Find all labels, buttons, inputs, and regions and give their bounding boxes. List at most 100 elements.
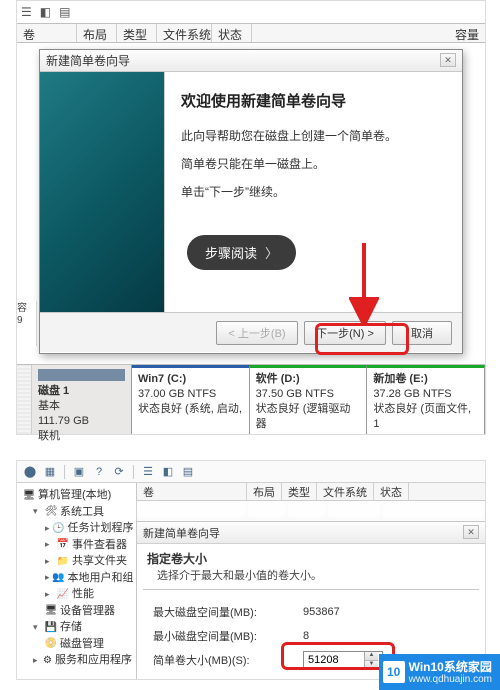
- size-wizard-title: 新建简单卷向导: [143, 525, 220, 541]
- tree-device-manager[interactable]: 🖥 设备管理器: [21, 603, 132, 620]
- expand-icon[interactable]: ▸: [45, 538, 54, 552]
- size-heading: 指定卷大小: [147, 550, 475, 567]
- top-screenshot: ☰ ◧ ▤ 卷 布局 类型 文件系统 状态 容量 新建简单卷向导 ✕ 欢迎使用新…: [16, 0, 486, 435]
- wizard-dialog: 新建简单卷向导 ✕ 欢迎使用新建简单卷向导 此向导帮助您在磁盘上创建一个简单卷。…: [39, 49, 463, 354]
- wizard-titlebar[interactable]: 新建简单卷向导 ✕: [40, 50, 462, 72]
- col-capacity[interactable]: 容量: [435, 24, 485, 42]
- size-wizard-head: 指定卷大小 选择介于最大和最小值的卷大小。: [137, 544, 485, 585]
- mmc-tree[interactable]: 🖥 算机管理(本地) ▾ 🛠 系统工具 ▸ 🕒 任务计划程序 ▸ 📅 事件查看器…: [17, 483, 137, 679]
- col-volume[interactable]: 卷: [17, 24, 77, 42]
- disk-state: 联机: [38, 429, 125, 444]
- disk-name: 磁盘 1: [38, 384, 125, 399]
- partition-d[interactable]: 软件 (D:) 37.50 GB NTFS 状态良好 (逻辑驱动器: [250, 365, 368, 434]
- wizard-line3: 单击“下一步”继续。: [181, 183, 446, 201]
- rcol-fs[interactable]: 文件系统: [317, 483, 374, 500]
- vol-size-input[interactable]: [304, 652, 364, 668]
- bottom-screenshot: ⬤ ▦ ▣ ? ⟳ ☰ ◧ ▤ 🖥 算机管理(本地) ▾ 🛠 系统工具 ▸ 🕒 …: [16, 460, 486, 680]
- toolbar-icon-2[interactable]: ◧: [40, 5, 51, 19]
- expand-icon[interactable]: ▸: [33, 654, 40, 668]
- tb-grid-icon[interactable]: ▤: [179, 464, 197, 480]
- tree-system-tools[interactable]: ▾ 🛠 系统工具: [21, 504, 132, 521]
- wizard-heading: 欢迎使用新建简单卷向导: [181, 90, 446, 111]
- vol-size-spinner[interactable]: ▲ ▼: [303, 651, 383, 669]
- min-label: 最小磁盘空间量(MB):: [153, 628, 303, 644]
- tree-event-viewer[interactable]: ▸ 📅 事件查看器: [21, 537, 132, 554]
- event-icon: 📅: [57, 539, 69, 551]
- rcol-status[interactable]: 状态: [374, 483, 409, 500]
- expand-icon[interactable]: ▸: [45, 555, 54, 569]
- back-button: < 上一步(B): [216, 321, 298, 345]
- wizard-footer: < 上一步(B) 下一步(N) > 取消: [40, 312, 462, 352]
- next-button[interactable]: 下一步(N) >: [304, 321, 386, 345]
- tree-shared-folders[interactable]: ▸ 📁 共享文件夹: [21, 553, 132, 570]
- tree-storage[interactable]: ▾ 💾 存储: [21, 619, 132, 636]
- tb-back-icon[interactable]: ⬤: [21, 464, 39, 480]
- right-table-header: 卷 布局 类型 文件系统 状态: [137, 483, 485, 501]
- col-layout[interactable]: 布局: [77, 24, 117, 42]
- tb-pane-icon[interactable]: ◧: [159, 464, 177, 480]
- wizard-side-image: [40, 72, 165, 312]
- wizard-title-text: 新建简单卷向导: [46, 52, 130, 69]
- col-fs[interactable]: 文件系统: [157, 24, 212, 42]
- storage-icon: 💾: [45, 621, 57, 633]
- disk-kind: 基本: [38, 399, 125, 414]
- tb-fwd-icon[interactable]: ▦: [41, 464, 59, 480]
- watermark-title: Win10系统家园: [409, 660, 492, 674]
- disk-panel: 磁盘 1 基本 111.79 GB 联机 Win7 (C:) 37.00 GB …: [17, 364, 485, 434]
- col-type[interactable]: 类型: [117, 24, 157, 42]
- disk-size: 111.79 GB: [38, 414, 125, 429]
- wizard-body: 欢迎使用新建简单卷向导 此向导帮助您在磁盘上创建一个简单卷。 简单卷只能在单一磁…: [40, 72, 462, 312]
- toolbar-icon-1[interactable]: ☰: [21, 5, 32, 19]
- expand-icon[interactable]: ▸: [45, 571, 50, 585]
- tree-local-users[interactable]: ▸ 👥 本地用户和组: [21, 570, 132, 587]
- tree-disk-management[interactable]: 📀 磁盘管理: [21, 636, 132, 653]
- max-value: 953867: [303, 606, 393, 618]
- close-icon[interactable]: ✕: [440, 53, 456, 67]
- chevron-right-icon: 〉: [265, 243, 278, 262]
- close-icon[interactable]: ✕: [463, 525, 479, 539]
- col-status[interactable]: 状态: [212, 24, 252, 42]
- rcol-type[interactable]: 类型: [282, 483, 317, 500]
- disk-row-grip: [17, 365, 32, 434]
- disk-color-bar: [38, 369, 125, 381]
- perf-icon: 📈: [57, 588, 69, 600]
- spinner-down-icon[interactable]: ▼: [365, 661, 378, 669]
- tree-task-scheduler[interactable]: ▸ 🕒 任务计划程序: [21, 520, 132, 537]
- partition-e[interactable]: 新加卷 (E:) 37.28 GB NTFS 状态良好 (页面文件, 1: [367, 365, 485, 434]
- watermark-logo: 10: [383, 661, 405, 683]
- size-sub: 选择介于最大和最小值的卷大小。: [147, 567, 475, 583]
- collapse-icon[interactable]: ▾: [33, 621, 42, 635]
- device-icon: 🖥: [45, 605, 57, 617]
- disk-info[interactable]: 磁盘 1 基本 111.79 GB 联机: [32, 365, 132, 434]
- tb-view-icon[interactable]: ☰: [139, 464, 157, 480]
- wizard-line1: 此向导帮助您在磁盘上创建一个简单卷。: [181, 127, 446, 145]
- size-wizard-titlebar[interactable]: 新建简单卷向导 ✕: [137, 522, 485, 544]
- volume-table-header: 卷 布局 类型 文件系统 状态 容量: [17, 23, 485, 43]
- expand-icon[interactable]: ▸: [45, 522, 50, 536]
- tb-refresh-icon[interactable]: ⟳: [110, 464, 128, 480]
- partition-c[interactable]: Win7 (C:) 37.00 GB NTFS 状态良好 (系统, 启动,: [132, 365, 250, 434]
- disk-icon: 📀: [45, 638, 57, 650]
- divider: [143, 589, 479, 590]
- spinner-up-icon[interactable]: ▲: [365, 652, 378, 661]
- vol-size-label: 简单卷大小(MB)(S):: [153, 652, 303, 668]
- step-read-button[interactable]: 步骤阅读 〉: [187, 235, 296, 270]
- tb-help-icon[interactable]: ?: [90, 464, 108, 480]
- toolbar-icon-3[interactable]: ▤: [59, 5, 70, 19]
- step-read-label: 步骤阅读: [205, 243, 257, 262]
- rcol-layout[interactable]: 布局: [247, 483, 282, 500]
- cancel-button[interactable]: 取消: [392, 321, 452, 345]
- tree-root[interactable]: 🖥 算机管理(本地): [21, 487, 132, 504]
- blurred-row: [137, 501, 485, 519]
- computer-icon: 🖥: [23, 489, 35, 501]
- rcol-volume[interactable]: 卷: [137, 483, 247, 500]
- wizard-content: 欢迎使用新建简单卷向导 此向导帮助您在磁盘上创建一个简单卷。 简单卷只能在单一磁…: [165, 72, 462, 312]
- watermark-url: www.qdhuajin.com: [409, 674, 492, 686]
- tb-up-icon[interactable]: ▣: [70, 464, 88, 480]
- collapse-icon[interactable]: ▾: [33, 505, 42, 519]
- watermark: 10 Win10系统家园 www.qdhuajin.com: [379, 654, 500, 690]
- tree-services[interactable]: ▸ ⚙ 服务和应用程序: [21, 652, 132, 669]
- mmc-right-pane: 卷 布局 类型 文件系统 状态 新建简单卷向导 ✕ 指定卷大小 选择介于最大和最…: [137, 483, 485, 679]
- expand-icon[interactable]: ▸: [45, 588, 54, 602]
- tree-performance[interactable]: ▸ 📈 性能: [21, 586, 132, 603]
